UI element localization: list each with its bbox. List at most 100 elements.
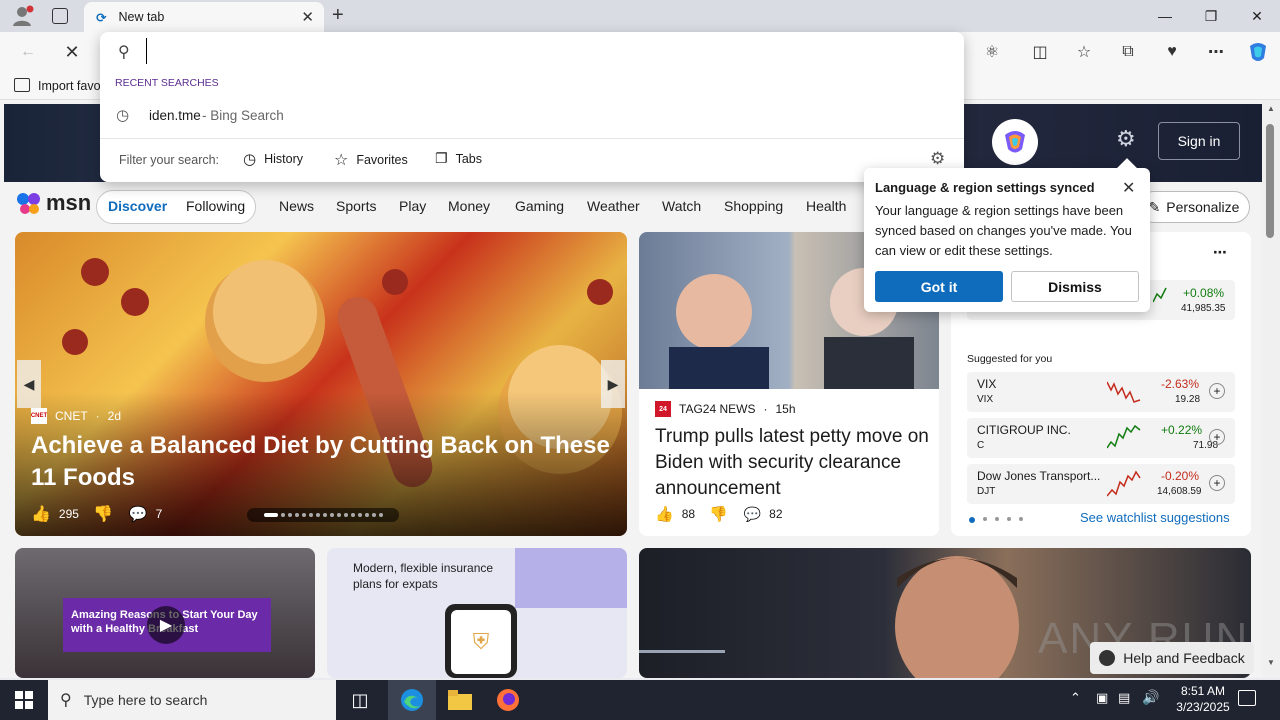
stock-price: 19.28 bbox=[1175, 394, 1201, 405]
nav-gaming[interactable]: Gaming bbox=[515, 198, 564, 214]
favorites-star-icon[interactable]: ☆ bbox=[1068, 36, 1100, 68]
see-watchlist-link[interactable]: See watchlist suggestions bbox=[1080, 510, 1230, 525]
nav-health[interactable]: Health bbox=[806, 198, 846, 214]
stock-row-citigroup[interactable]: CITIGROUP INC. C +0.22% 71.98 + bbox=[967, 418, 1235, 458]
clock[interactable]: 8:51 AM 3/23/2025 bbox=[1170, 683, 1236, 715]
import-favorites-link[interactable]: Import favo bbox=[38, 79, 101, 93]
personalize-button[interactable]: ✎ Personalize bbox=[1138, 191, 1250, 223]
copilot-button[interactable] bbox=[992, 119, 1038, 165]
tab-discover[interactable]: Discover bbox=[108, 198, 167, 214]
new-tab-icon[interactable]: + bbox=[332, 4, 344, 27]
collections-icon[interactable]: ⧉ bbox=[1112, 36, 1144, 68]
dislike-icon[interactable]: 👎 bbox=[93, 504, 113, 524]
settings-gear-icon[interactable]: ⚙ bbox=[1116, 126, 1136, 152]
windows-start-icon[interactable] bbox=[0, 680, 48, 720]
taskbar-search[interactable]: ⚲ Type here to search bbox=[48, 680, 336, 720]
close-tab-icon[interactable]: ✕ bbox=[301, 8, 314, 26]
network-icon[interactable]: ▤ bbox=[1118, 690, 1130, 706]
star-icon: ☆ bbox=[334, 152, 349, 169]
like-icon[interactable]: 👍 bbox=[655, 505, 674, 523]
recent-search-suffix: - Bing Search bbox=[202, 108, 284, 123]
nav-shopping[interactable]: Shopping bbox=[724, 198, 783, 214]
play-icon[interactable]: ▶ bbox=[147, 606, 185, 644]
sign-in-button[interactable]: Sign in bbox=[1158, 122, 1240, 160]
card-headline[interactable]: Achieve a Balanced Diet by Cutting Back … bbox=[31, 430, 621, 494]
dislike-icon[interactable]: 👎 bbox=[709, 505, 728, 523]
file-explorer-icon[interactable] bbox=[436, 680, 484, 720]
tag24-logo-icon: 24 bbox=[655, 401, 671, 417]
card-headline[interactable]: Trump pulls latest petty move on Biden w… bbox=[655, 424, 931, 502]
minimize-icon[interactable]: — bbox=[1142, 0, 1188, 32]
page-scrollbar[interactable]: ▲ ▼ bbox=[1262, 100, 1280, 678]
dismiss-button[interactable]: Dismiss bbox=[1011, 271, 1139, 302]
watchlist-more-icon[interactable]: ⋯ bbox=[1213, 244, 1227, 261]
got-it-button[interactable]: Got it bbox=[875, 271, 1003, 302]
stock-row-vix[interactable]: VIX VIX -2.63% 19.28 + bbox=[967, 372, 1235, 412]
address-input[interactable] bbox=[146, 38, 926, 64]
firefox-icon[interactable] bbox=[484, 680, 532, 720]
nav-sports[interactable]: Sports bbox=[336, 198, 376, 214]
filter-tabs[interactable]: ❐ Tabs bbox=[435, 150, 482, 167]
msn-logo[interactable]: msn bbox=[16, 190, 91, 216]
split-screen-icon[interactable]: ◫ bbox=[1024, 36, 1056, 68]
popup-close-icon[interactable]: ✕ bbox=[1122, 178, 1135, 198]
video-card[interactable]: Amazing Reasons to Start Your Day with a… bbox=[15, 548, 315, 678]
search-settings-gear-icon[interactable]: ⚙ bbox=[930, 149, 945, 169]
extensions-icon[interactable]: ⚛ bbox=[976, 36, 1008, 68]
profile-icon[interactable] bbox=[12, 4, 36, 28]
carousel-dots[interactable] bbox=[247, 508, 399, 522]
tab-title: New tab bbox=[118, 10, 165, 24]
add-stock-icon[interactable]: + bbox=[1209, 429, 1225, 445]
copilot-sidebar-icon[interactable] bbox=[1242, 36, 1274, 68]
sparkline-up bbox=[1107, 424, 1141, 449]
task-view-icon[interactable]: ◫ bbox=[336, 680, 384, 720]
nav-money[interactable]: Money bbox=[448, 198, 490, 214]
back-icon[interactable]: ← bbox=[12, 36, 44, 68]
carousel-next-icon[interactable]: ▶ bbox=[601, 360, 625, 408]
more-menu-icon[interactable]: ⋯ bbox=[1200, 36, 1232, 68]
comment-icon[interactable]: 💬 bbox=[744, 506, 761, 523]
add-stock-icon[interactable]: + bbox=[1209, 383, 1225, 399]
nav-play[interactable]: Play bbox=[399, 198, 426, 214]
stock-change: +0.08% bbox=[1183, 286, 1225, 300]
watchlist-pager-dots[interactable] bbox=[969, 517, 1023, 523]
like-count: 295 bbox=[58, 507, 79, 521]
scroll-up-icon[interactable]: ▲ bbox=[1267, 104, 1275, 113]
filter-favorites-label: Favorites bbox=[356, 153, 408, 167]
carousel-prev-icon[interactable]: ◀ bbox=[17, 360, 41, 408]
nav-weather[interactable]: Weather bbox=[587, 198, 640, 214]
filter-favorites[interactable]: ☆ Favorites bbox=[334, 150, 408, 170]
restore-icon[interactable]: ❐ bbox=[1188, 0, 1234, 32]
stop-loading-icon[interactable]: ✕ bbox=[56, 36, 88, 68]
tab-following[interactable]: Following bbox=[186, 198, 245, 214]
tab-new-tab[interactable]: ⟳ New tab ✕ bbox=[84, 2, 324, 32]
tab-actions-icon[interactable] bbox=[52, 8, 68, 24]
big-news-card[interactable]: ◀ ▶ CNET CNET · 2d Achieve a Balanced Di… bbox=[15, 232, 627, 536]
like-icon[interactable]: 👍 bbox=[31, 504, 51, 524]
help-feedback-button[interactable]: Help and Feedback bbox=[1090, 642, 1254, 674]
scrollbar-thumb[interactable] bbox=[1266, 124, 1274, 238]
nav-news[interactable]: News bbox=[279, 198, 314, 214]
filter-history[interactable]: ◷ History bbox=[243, 150, 303, 168]
add-stock-icon[interactable]: + bbox=[1209, 475, 1225, 491]
volume-icon[interactable]: 🔊 bbox=[1142, 689, 1159, 706]
source-age: 2d bbox=[107, 409, 122, 423]
nav-watch[interactable]: Watch bbox=[662, 198, 701, 214]
tray-device-icon[interactable]: ▣ bbox=[1096, 690, 1108, 706]
notifications-icon[interactable] bbox=[1238, 690, 1256, 706]
stock-row-djt[interactable]: Dow Jones Transport... DJT -0.20% 14,608… bbox=[967, 464, 1235, 504]
edge-taskbar-icon[interactable] bbox=[388, 680, 436, 720]
recent-search-item[interactable]: ◷ iden.tme - Bing Search bbox=[100, 102, 964, 132]
browser-essentials-icon[interactable]: ♥ bbox=[1156, 36, 1188, 68]
taskbar-search-icon: ⚲ bbox=[60, 692, 72, 709]
address-dropdown: ⚲ RECENT SEARCHES ◷ iden.tme - Bing Sear… bbox=[100, 32, 964, 182]
scroll-down-icon[interactable]: ▼ bbox=[1267, 658, 1275, 667]
tabs-icon: ❐ bbox=[435, 150, 448, 166]
sparkline-up bbox=[1153, 287, 1167, 303]
stock-price: 14,608.59 bbox=[1157, 486, 1202, 497]
stock-ticker: DJT bbox=[977, 486, 996, 497]
comment-icon[interactable]: 💬 bbox=[129, 505, 148, 523]
ad-card[interactable]: Modern, flexible insurance plans for exp… bbox=[327, 548, 627, 678]
tray-chevron-icon[interactable]: ⌃ bbox=[1070, 690, 1081, 706]
close-window-icon[interactable]: ✕ bbox=[1234, 0, 1280, 32]
